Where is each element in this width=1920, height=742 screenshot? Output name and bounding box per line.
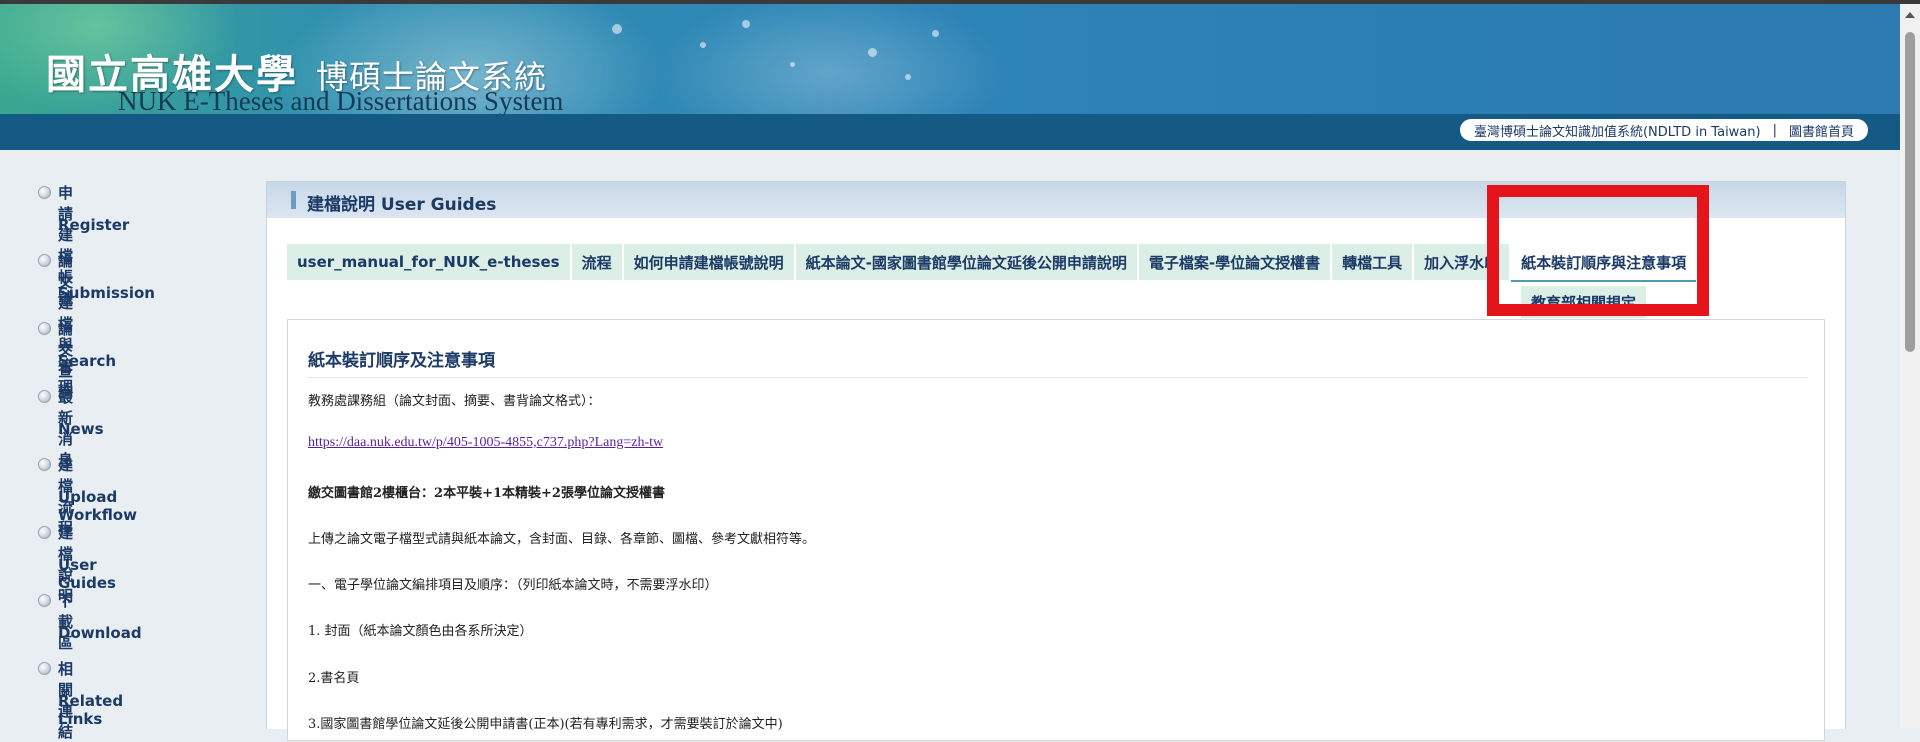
content-line: 2.書名頁	[308, 671, 360, 686]
bullet-icon	[38, 186, 51, 199]
site-banner: 國立高雄大學 博碩士論文系統 NUK E-Theses and Dissertat…	[0, 4, 1900, 114]
bullet-icon	[38, 322, 51, 335]
page-scrollbar[interactable]	[1900, 4, 1920, 728]
bullet-icon	[38, 458, 51, 471]
top-links-separator: |	[1772, 122, 1777, 138]
bullet-icon	[38, 662, 51, 675]
page-title: 建檔說明 User Guides	[307, 195, 497, 215]
content-line: 一、電子學位論文編排項目及順序：（列印紙本論文時，不需要浮水印）	[308, 578, 718, 593]
content-line: 教務處課務組（論文封面、摘要、書背論文格式）：	[308, 394, 601, 409]
tab-workflow[interactable]: 流程	[571, 244, 622, 280]
header-accent-bar	[291, 191, 296, 209]
academic-affairs-link[interactable]: https://daa.nuk.edu.tw/p/405-1005-4855,c…	[308, 435, 663, 451]
top-links: 臺灣博碩士論文知識加值系統(NDLTD in Taiwan) | 圖書館首頁	[1459, 119, 1868, 141]
tab-authorization-form[interactable]: 電子檔案-學位論文授權書	[1138, 244, 1331, 280]
tab-delayed-publication[interactable]: 紙本論文-國家圖書館學位論文延後公開申請說明	[795, 244, 1137, 280]
scrollbar-thumb[interactable]	[1905, 32, 1915, 352]
tab-account-application[interactable]: 如何申請建檔帳號說明	[623, 244, 794, 280]
scroll-up-icon[interactable]	[1905, 12, 1915, 18]
site-title-en: NUK E-Theses and Dissertations System	[118, 86, 564, 114]
bullet-icon	[38, 390, 51, 403]
content-line: 1. 封面（紙本論文顏色由各系所決定）	[308, 624, 533, 639]
highlight-box	[1487, 185, 1709, 316]
library-home-link[interactable]: 圖書館首頁	[1789, 121, 1854, 140]
content-heading: 紙本裝訂順序及注意事項	[308, 346, 1808, 378]
content-line: 繳交圖書館2樓櫃台：2本平裝+1本精裝+2張學位論文授權書	[308, 486, 665, 501]
tab-conversion-tools[interactable]: 轉檔工具	[1332, 244, 1413, 280]
content-box: 紙本裝訂順序及注意事項 教務處課務組（論文封面、摘要、書背論文格式）： http…	[287, 319, 1825, 741]
bullet-icon	[38, 594, 51, 607]
sidebar: 申請建檔帳號 Register 論文建檔與管理 Submission 論文查詢 …	[0, 150, 262, 741]
bullet-icon	[38, 254, 51, 267]
tab-user-manual[interactable]: user_manual_for_NUK_e-theses	[287, 244, 570, 280]
content-line: 3.國家圖書館學位論文延後公開申請書(正本)(若有專利需求，才需要裝訂於論文中)	[308, 717, 783, 732]
bullet-icon	[38, 526, 51, 539]
content-line: 上傳之論文電子檔型式請與紙本論文，含封面、目錄、各章節、圖檔、參考文獻相符等。	[308, 532, 816, 547]
ndltd-link[interactable]: 臺灣博碩士論文知識加值系統(NDLTD in Taiwan)	[1474, 121, 1761, 140]
